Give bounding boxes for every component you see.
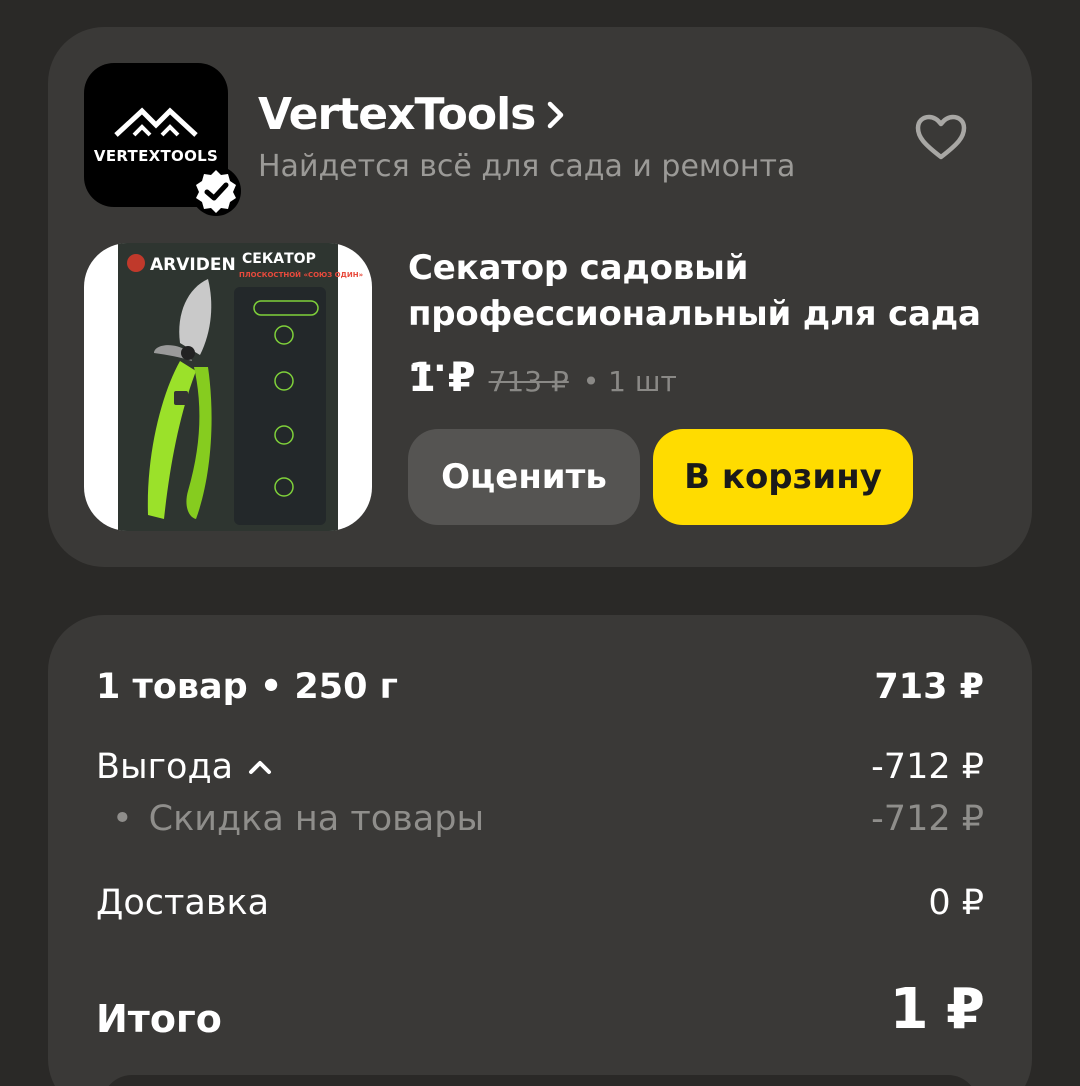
shop-logo[interactable]: VERTEXTOOLS: [84, 63, 241, 216]
verified-badge-icon: [191, 166, 241, 216]
shop-logo-text: VERTEXTOOLS: [93, 147, 219, 165]
shop-card: VERTEXTOOLS VertexTools Найдется всё для…: [48, 27, 1032, 567]
benefit-value: -712 ₽: [871, 747, 984, 787]
items-label: 1 товар • 250 г: [96, 667, 398, 707]
shop-name: VertexTools: [258, 89, 536, 140]
product-image[interactable]: ARVIDEN СЕКАТОР ПЛОСКОСТНОЙ «СОЮЗ ОДИН»: [84, 243, 372, 531]
caret-up-icon[interactable]: [247, 758, 273, 776]
mountain-logo-icon: [114, 107, 198, 137]
benefit-label: Выгода: [96, 747, 234, 787]
rate-button[interactable]: Оценить: [408, 429, 640, 525]
checkout-strip[interactable]: [102, 1075, 978, 1086]
discount-value: -712 ₽: [871, 799, 984, 839]
total-value: 1 ₽: [889, 977, 985, 1042]
delivery-label: Доставка: [96, 883, 270, 923]
order-summary-card: 1 товар • 250 г 713 ₽ Выгода -712 ₽ • Ски…: [48, 615, 1032, 1086]
price-old: 713 ₽: [488, 365, 569, 398]
discount-bullet: •: [112, 799, 133, 839]
total-label: Итого: [96, 996, 222, 1041]
add-to-cart-button[interactable]: В корзину: [653, 429, 913, 525]
shop-tagline: Найдется всё для сада и ремонта: [258, 149, 796, 184]
discount-label: Скидка на товары: [148, 799, 485, 839]
chevron-right-icon: [548, 101, 564, 128]
product-image-subtitle: ПЛОСКОСТНОЙ «СОЮЗ ОДИН»: [239, 270, 363, 279]
product-package-illustration: ARVIDEN СЕКАТОР ПЛОСКОСТНОЙ «СОЮЗ ОДИН»: [118, 243, 363, 531]
price-current: 1 ₽: [408, 355, 476, 401]
summary-items-row: 1 товар • 250 г 713 ₽: [96, 667, 984, 707]
summary-delivery-row: Доставка 0 ₽: [96, 883, 984, 923]
summary-discount-row: • Скидка на товары -712 ₽: [96, 799, 984, 839]
product-image-title: СЕКАТОР: [242, 251, 316, 267]
product-image-brand: ARVIDEN: [150, 255, 236, 275]
quantity-label: • 1 шт: [582, 365, 677, 398]
shop-name-link[interactable]: VertexTools: [258, 89, 569, 140]
items-value: 713 ₽: [874, 667, 984, 707]
price-row: 1 ₽ 713 ₽ • 1 шт: [408, 355, 677, 401]
delivery-value: 0 ₽: [928, 883, 984, 923]
summary-total-row: Итого 1 ₽: [96, 977, 985, 1042]
heart-outline-icon[interactable]: [914, 113, 968, 161]
summary-benefit-row[interactable]: Выгода -712 ₽: [96, 747, 984, 787]
